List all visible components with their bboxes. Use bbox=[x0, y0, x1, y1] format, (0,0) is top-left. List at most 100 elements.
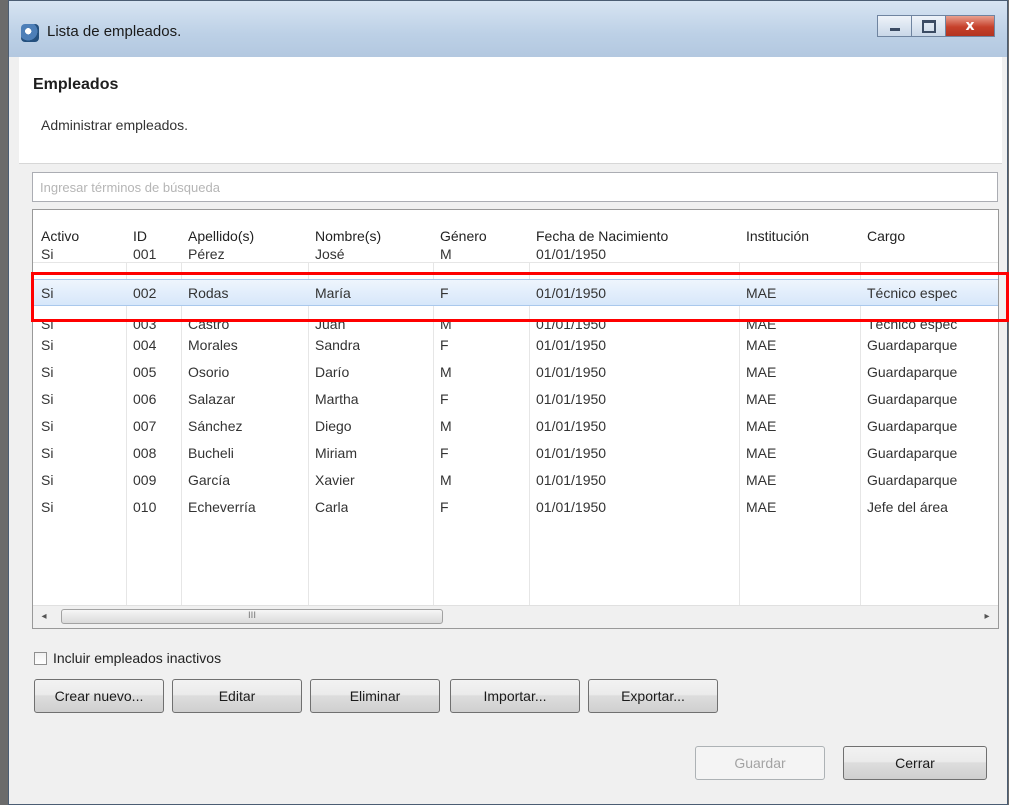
table-cell: 01/01/1950 bbox=[536, 337, 607, 353]
table-cell: Juan bbox=[315, 316, 346, 332]
table-cell: Miriam bbox=[315, 445, 357, 461]
employees-table[interactable]: Activo ID Apellido(s) Nombre(s) Género Fecha … bbox=[32, 209, 999, 629]
table-cell: Rodas bbox=[188, 285, 229, 301]
table-cell: Guardaparque bbox=[867, 364, 958, 380]
table-row[interactable]: Si 001 Pérez José M 01/01/1950 bbox=[33, 246, 998, 279]
column-header[interactable]: Institución bbox=[746, 228, 809, 244]
table-cell: 004 bbox=[133, 337, 157, 353]
delete-button[interactable]: Eliminar bbox=[310, 679, 440, 713]
horizontal-scrollbar[interactable]: ◂ III ▸ bbox=[33, 605, 998, 628]
table-cell: F bbox=[440, 445, 449, 461]
table-cell: García bbox=[188, 472, 231, 488]
table-cell: M bbox=[440, 472, 452, 488]
table-cell: MAE bbox=[746, 472, 777, 488]
page-title: Empleados bbox=[33, 76, 119, 93]
page-subtitle: Administrar empleados. bbox=[41, 117, 189, 133]
table-cell: Si bbox=[41, 391, 54, 407]
table-cell: Técnico espec bbox=[867, 316, 958, 332]
edit-button[interactable]: Editar bbox=[172, 679, 302, 713]
table-cell: Salazar bbox=[188, 391, 236, 407]
table-row[interactable]: Si 010 Echeverría Carla F 01/01/1950 MAE Jefe d… bbox=[33, 494, 998, 521]
column-header[interactable]: Fecha de Nacimiento bbox=[536, 228, 668, 244]
table-cell: Sandra bbox=[315, 337, 361, 353]
column-header[interactable]: Activo bbox=[41, 228, 79, 244]
employee-list-window: Lista de empleados. x Empleados Administ… bbox=[8, 0, 1008, 805]
table-cell: Castro bbox=[188, 316, 230, 332]
table-cell: 01/01/1950 bbox=[536, 418, 607, 434]
minimize-button[interactable] bbox=[877, 15, 911, 37]
minimize-icon bbox=[889, 27, 900, 31]
close-window-button[interactable]: x bbox=[945, 15, 995, 37]
table-cell: F bbox=[440, 285, 449, 301]
table-cell: 01/01/1950 bbox=[536, 316, 607, 332]
window-title: Lista de empleados. bbox=[47, 23, 182, 40]
table-cell: 010 bbox=[133, 499, 157, 515]
table-row[interactable]: Si 006 Salazar Martha F 01/01/1950 MAE Guardapa… bbox=[33, 386, 998, 413]
scroll-right-icon[interactable]: ▸ bbox=[978, 609, 996, 625]
create-new-button[interactable]: Crear nuevo... bbox=[34, 679, 164, 713]
table-cell: Si bbox=[41, 445, 54, 461]
table-cell: Guardaparque bbox=[867, 445, 958, 461]
scroll-left-icon[interactable]: ◂ bbox=[35, 609, 53, 625]
export-button[interactable]: Exportar... bbox=[588, 679, 718, 713]
dialog-header: Empleados Administrar empleados. bbox=[19, 57, 1002, 164]
table-cell: MAE bbox=[746, 337, 777, 353]
table-cell: 005 bbox=[133, 364, 157, 380]
table-cell: Jefe del área bbox=[867, 499, 948, 515]
table-cell: 001 bbox=[133, 246, 157, 262]
title-bar[interactable]: Lista de empleados. x bbox=[9, 1, 1007, 57]
include-inactive-row[interactable]: Incluir empleados inactivos bbox=[34, 649, 221, 667]
include-inactive-checkbox[interactable] bbox=[34, 651, 47, 665]
table-row[interactable]: Si 008 Bucheli Miriam F 01/01/1950 MAE Guardapa… bbox=[33, 440, 998, 467]
table-cell: Si bbox=[41, 337, 54, 353]
table-cell: M bbox=[440, 364, 452, 380]
table-cell: Si bbox=[41, 285, 54, 301]
table-cell: Guardaparque bbox=[867, 418, 958, 434]
table-cell: Echeverría bbox=[188, 499, 256, 515]
table-cell: Morales bbox=[188, 337, 238, 353]
table-cell: Técnico espec bbox=[867, 285, 958, 301]
close-button[interactable]: Cerrar bbox=[843, 746, 987, 780]
column-header[interactable]: ID bbox=[133, 228, 147, 244]
table-cell: MAE bbox=[746, 499, 777, 515]
table-row[interactable]: Si 002 Rodas María F 01/01/1950 MAE Técnico esp… bbox=[33, 279, 998, 306]
table-cell: M bbox=[440, 246, 452, 262]
column-header[interactable]: Apellido(s) bbox=[188, 228, 254, 244]
table-cell: MAE bbox=[746, 364, 777, 380]
table-row[interactable]: Si 007 Sánchez Diego M 01/01/1950 MAE Guardapar… bbox=[33, 413, 998, 440]
maximize-icon bbox=[921, 19, 936, 33]
table-row[interactable]: Si 009 García Xavier M 01/01/1950 MAE Guardapar… bbox=[33, 467, 998, 494]
table-cell: M bbox=[440, 316, 452, 332]
table-cell: Martha bbox=[315, 391, 359, 407]
table-cell: 003 bbox=[133, 316, 157, 332]
table-cell: MAE bbox=[746, 418, 777, 434]
table-row[interactable]: Si 005 Osorio Darío M 01/01/1950 MAE Guardaparq… bbox=[33, 359, 998, 386]
table-cell: 002 bbox=[133, 285, 157, 301]
table-cell: 01/01/1950 bbox=[536, 246, 607, 262]
table-cell: Xavier bbox=[315, 472, 355, 488]
table-cell: Carla bbox=[315, 499, 349, 515]
search-input[interactable] bbox=[32, 172, 998, 202]
table-cell: 01/01/1950 bbox=[536, 285, 607, 301]
table-cell: Osorio bbox=[188, 364, 230, 380]
table-cell: Pérez bbox=[188, 246, 225, 262]
table-cell: Guardaparque bbox=[867, 472, 958, 488]
maximize-button[interactable] bbox=[911, 15, 945, 37]
save-button[interactable]: Guardar bbox=[695, 746, 825, 780]
scrollbar-thumb[interactable]: III bbox=[61, 609, 443, 624]
table-cell: MAE bbox=[746, 445, 777, 461]
import-button[interactable]: Importar... bbox=[450, 679, 580, 713]
app-icon bbox=[21, 24, 39, 42]
table-grid: Activo ID Apellido(s) Nombre(s) Género Fecha … bbox=[33, 210, 998, 606]
column-header[interactable]: Nombre(s) bbox=[315, 228, 381, 244]
table-cell: 01/01/1950 bbox=[536, 364, 607, 380]
table-row[interactable]: Si 003 Castro Juan M 01/01/1950 MAE Técnico esp… bbox=[33, 305, 998, 332]
column-header[interactable]: Cargo bbox=[867, 228, 905, 244]
table-cell: MAE bbox=[746, 316, 777, 332]
column-header[interactable]: Género bbox=[440, 228, 487, 244]
table-row[interactable]: Si 004 Morales Sandra F 01/01/1950 MAE Guardapa… bbox=[33, 332, 998, 359]
table-cell: 007 bbox=[133, 418, 157, 434]
table-cell: F bbox=[440, 499, 449, 515]
table-cell: F bbox=[440, 337, 449, 353]
table-cell: Diego bbox=[315, 418, 352, 434]
